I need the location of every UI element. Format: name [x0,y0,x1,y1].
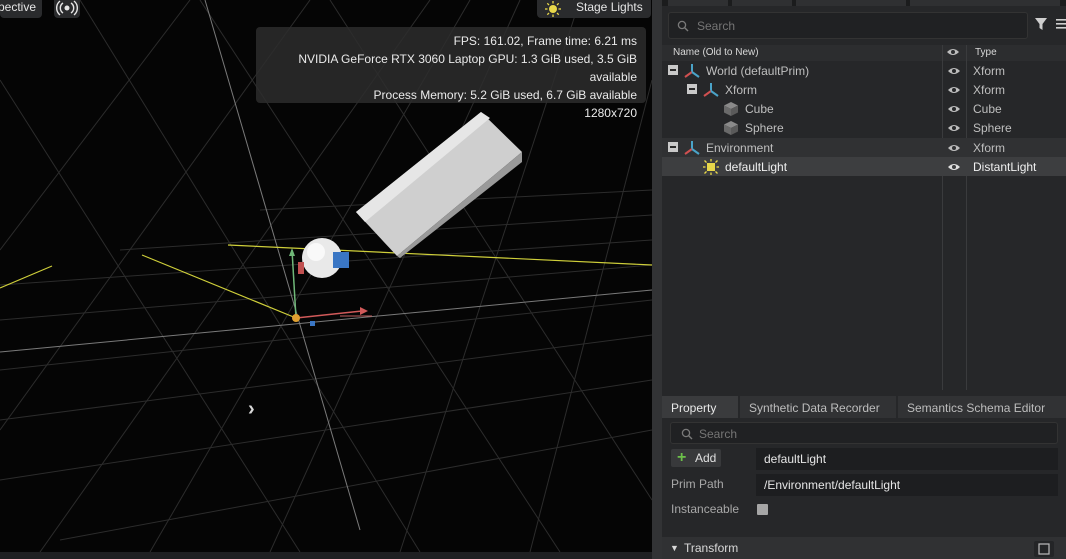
tree-row-xform[interactable]: Xform Xform [662,80,1066,99]
tree-row-type: Xform [973,83,1006,97]
sun-icon [545,1,561,17]
prim-path-field[interactable]: /Environment/defaultLight [756,474,1058,496]
resolution-stat: 1280x720 [584,106,637,120]
stage-tab-strip [662,0,1066,6]
tree-row-label: Environment [706,141,774,155]
gizmo-box[interactable] [333,252,349,268]
xform-icon [703,83,719,97]
tree-row-label: Sphere [745,121,784,135]
instanceable-label: Instanceable [671,502,740,516]
section-options-button[interactable] [1034,541,1054,557]
tree-row-type: Xform [973,141,1006,155]
tab-label: Property [671,401,717,415]
tab-semantics-schema-editor[interactable]: Semantics Schema Editor [898,396,1066,418]
transform-label: Transform [684,541,739,555]
eye-icon[interactable] [947,104,961,114]
panel-divider[interactable] [652,0,662,559]
stage-lights-dropdown[interactable]: Stage Lights [537,0,651,18]
tab-label: Synthetic Data Recorder [749,401,880,415]
stage-tree-header: Name (Old to New) Type [662,45,1066,61]
tree-row-type: Cube [973,102,1002,116]
light-icon [703,159,719,175]
cube-object[interactable] [356,112,522,258]
camera-dropdown[interactable]: Perspective [0,0,42,18]
tree-row-cube[interactable]: Cube Cube [662,99,1066,118]
tab-extra[interactable] [910,0,1060,6]
property-search-box[interactable] [670,422,1058,444]
fps-stat: FPS: 161.02, Frame time: 6.21 ms [453,34,637,48]
expand-icon [1038,543,1050,555]
tab-stage[interactable] [668,0,728,6]
xform-icon [684,141,700,155]
collapse-toggle[interactable] [668,142,678,152]
collapse-toggle[interactable] [668,65,678,75]
tree-row-sphere[interactable]: Sphere Sphere [662,118,1066,137]
eye-icon[interactable] [947,143,961,153]
stage-panel: Name (Old to New) Type World (defaultPri… [662,0,1066,392]
stage-lights-label: Stage Lights [576,0,643,14]
property-tabs: Property Synthetic Data Recorder Semanti… [662,396,1066,418]
tree-row-label: Xform [725,83,758,97]
tree-row-label: defaultLight [725,160,788,174]
tree-row-environment[interactable]: Environment Xform [662,138,1066,157]
tab-synthetic-data-recorder[interactable]: Synthetic Data Recorder [740,396,896,418]
viewport[interactable]: Perspective Stage Lights FPS: 161.02, Fr… [0,0,652,552]
property-search-input[interactable] [699,425,999,443]
prim-name-field[interactable]: defaultLight [756,448,1058,470]
eye-icon[interactable] [947,85,961,95]
collapse-toggle[interactable] [687,84,697,94]
tree-row-type: DistantLight [973,160,1037,174]
cube-icon [724,102,738,116]
tab-property[interactable]: Property [662,396,738,418]
filter-icon[interactable] [1034,16,1048,32]
column-type[interactable]: Type [975,47,997,58]
tree-row-type: Sphere [973,121,1012,135]
camera-label: Perspective [0,0,36,14]
xform-icon [684,64,700,78]
menu-icon[interactable] [1054,17,1066,31]
broadcast-icon [56,0,78,16]
tab-label: Semantics Schema Editor [907,401,1046,415]
tab-render-settings[interactable] [796,0,906,6]
cube-icon [724,121,738,135]
tree-row-label: Cube [745,102,774,116]
plus-icon: + [677,449,687,466]
tree-row-type: Xform [973,64,1006,78]
add-button[interactable]: + Add [671,449,721,467]
broadcast-button[interactable] [54,0,80,18]
add-button-label: Add [695,451,717,465]
eye-icon[interactable] [947,162,961,172]
property-panel: Property Synthetic Data Recorder Semanti… [662,392,1066,559]
eye-icon[interactable] [947,123,961,133]
instanceable-checkbox[interactable] [757,504,768,515]
prim-path-label: Prim Path [671,477,724,491]
transform-section-header[interactable]: ▼ Transform [662,537,1066,559]
tree-row-default-light[interactable]: defaultLight DistantLight [662,157,1066,176]
stage-search-box[interactable] [668,12,1028,39]
stage-search-input[interactable] [697,17,997,35]
search-icon [677,20,689,32]
chevron-right-icon[interactable]: › [248,398,255,421]
gpu-stat: NVIDIA GeForce RTX 3060 Laptop GPU: 1.3 … [298,52,637,84]
tab-layer[interactable] [732,0,792,6]
column-name[interactable]: Name (Old to New) [673,47,759,58]
search-icon [681,428,693,440]
memory-stat: Process Memory: 5.2 GiB used, 6.7 GiB av… [373,88,637,102]
eye-icon[interactable] [947,66,961,76]
visibility-column-icon[interactable] [946,47,960,57]
tree-row-world[interactable]: World (defaultPrim) Xform [662,61,1066,80]
triangle-down-icon: ▼ [670,543,679,553]
tree-row-label: World (defaultPrim) [706,64,810,78]
stats-overlay: FPS: 161.02, Frame time: 6.21 ms NVIDIA … [256,27,646,120]
